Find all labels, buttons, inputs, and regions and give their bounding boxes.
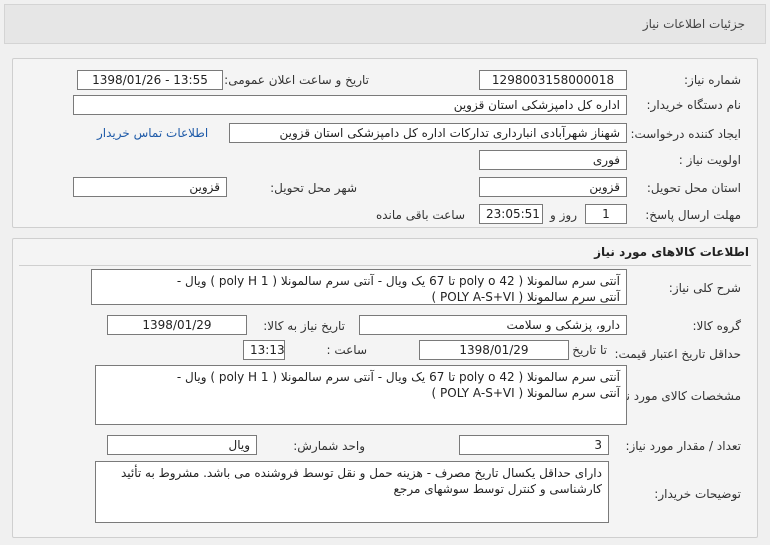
specs-field: آنتی سرم سالمونلا ( 42 poly o تا 67 یک و… (95, 365, 627, 425)
summary-line-2: آنتی سرم سالمونلا ( POLY A-S+VI ) (431, 290, 620, 304)
need-number-label: شماره نیاز: (684, 73, 741, 87)
buyer-notes-field: دارای حداقل یکسال تاریخ مصرف - هزینه حمل… (95, 461, 609, 523)
need-info-panel: شماره نیاز: 1298003158000018 تاریخ و ساع… (12, 58, 758, 228)
city-field: قزوین (73, 177, 227, 197)
validity-date-field: 1398/01/29 (419, 340, 569, 360)
goods-section-title: اطلاعات کالاهای مورد نیاز (594, 245, 749, 259)
unit-field: ویال (107, 435, 257, 455)
validity-time-field: 13:13 (243, 340, 285, 360)
deadline-days-field: 1 (585, 204, 627, 224)
specs-line-1: آنتی سرم سالمونلا ( 42 poly o تا 67 یک و… (176, 370, 620, 384)
buyer-contact-link[interactable]: اطلاعات تماس خریدار (97, 126, 208, 140)
to-date-label: تا تاریخ : (564, 343, 607, 357)
deadline-label: مهلت ارسال پاسخ: (645, 208, 741, 222)
creator-label: ایجاد کننده درخواست: (630, 127, 741, 141)
unit-label: واحد شمارش: (293, 439, 365, 453)
page-header: جزئیات اطلاعات نیاز (4, 4, 766, 44)
buyer-org-label: نام دستگاه خریدار: (646, 98, 742, 112)
need-date-field: 1398/01/29 (107, 315, 247, 335)
city-label: شهر محل تحویل: (270, 181, 357, 195)
buyer-notes-label: توضیحات خریدار: (654, 487, 741, 501)
quantity-label: تعداد / مقدار مورد نیاز: (625, 439, 741, 453)
province-field: قزوین (479, 177, 627, 197)
deadline-time-field: 23:05:51 (479, 204, 543, 224)
need-number-field: 1298003158000018 (479, 70, 627, 90)
group-label: گروه کالا: (692, 319, 742, 333)
validity-label: حداقل تاریخ اعتبار قیمت: (614, 347, 741, 361)
announce-datetime-field: 1398/01/26 - 13:55 (77, 70, 223, 90)
section-divider (19, 265, 751, 266)
page-title: جزئیات اطلاعات نیاز (642, 17, 745, 31)
buyer-org-field: اداره کل دامپزشکی استان قزوین (73, 95, 627, 115)
announce-datetime-label: تاریخ و ساعت اعلان عمومی: (224, 73, 369, 87)
quantity-field: 3 (459, 435, 609, 455)
summary-label: شرح کلی نیاز: (668, 281, 741, 295)
province-label: استان محل تحویل: (646, 181, 741, 195)
priority-label: اولویت نیاز : (678, 153, 741, 167)
group-field: دارو، پزشکی و سلامت (359, 315, 627, 335)
need-date-label: تاریخ نیاز به کالا: (263, 319, 345, 333)
specs-line-2: آنتی سرم سالمونلا ( POLY A-S+VI ) (431, 386, 620, 400)
summary-field: آنتی سرم سالمونلا ( 42 poly o تا 67 یک و… (91, 269, 627, 305)
notes-line-2: کارشناسی و کنترل توسط سوشهای مرجع (393, 482, 602, 496)
summary-line-1: آنتی سرم سالمونلا ( 42 poly o تا 67 یک و… (176, 274, 620, 288)
priority-field: فوری (479, 150, 627, 170)
days-word: روز و (550, 208, 577, 222)
time-label: ساعت : (326, 343, 367, 357)
remaining-label: ساعت باقی مانده (375, 208, 465, 222)
specs-label: مشخصات کالای مورد نیاز: (609, 389, 741, 403)
creator-field: شهناز شهرآبادی انبارداری تدارکات اداره ک… (229, 123, 627, 143)
goods-info-panel: اطلاعات کالاهای مورد نیاز شرح کلی نیاز: … (12, 238, 758, 538)
notes-line-1: دارای حداقل یکسال تاریخ مصرف - هزینه حمل… (120, 466, 602, 480)
